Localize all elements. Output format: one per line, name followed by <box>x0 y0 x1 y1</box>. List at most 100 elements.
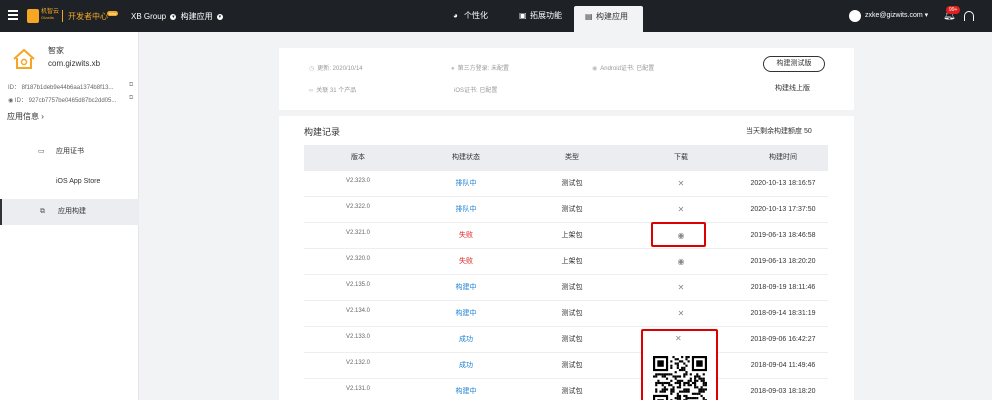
tab-extensions[interactable]: ▣ 拓展功能 <box>508 0 572 32</box>
breadcrumb-org[interactable]: XB Group <box>131 12 166 21</box>
download-cell[interactable]: ✕ <box>624 275 738 301</box>
notification-badge: 99+ <box>946 6 961 14</box>
status-cell: 成功 <box>459 336 473 343</box>
time-cell: 2018-09-04 11:49:46 <box>750 362 816 369</box>
time-cell: 2018-09-14 18:31:19 <box>750 310 816 317</box>
close-icon[interactable]: ✕ <box>675 334 682 343</box>
version-cell: V2.135.0 <box>345 282 371 288</box>
sidebar-item-app-build[interactable]: ⧉ 应用构建 <box>0 199 139 225</box>
android-icon[interactable]: ◉ <box>678 257 685 266</box>
user-icon: ● <box>451 66 455 72</box>
table-row: V2.323.0 排队中 测试包 ✕ 2020-10-13 18:16:57 <box>304 171 828 197</box>
version-cell: V2.323.0 <box>345 178 371 184</box>
version-cell: V2.322.0 <box>345 204 371 210</box>
column-build-time: 构建时间 <box>769 154 797 161</box>
table-row: V2.322.0 排队中 测试包 ✕ 2020-10-13 17:37:50 <box>304 197 828 223</box>
linked-products: ∞ 关联 31 个产品 <box>309 88 357 94</box>
status-cell: 失败 <box>459 258 473 265</box>
breadcrumb: XB Group ▾ 构建应用 ▾ <box>131 11 225 22</box>
build-test-button[interactable]: 构建测试版 <box>763 56 825 72</box>
unavailable-icon: ✕ <box>677 309 685 318</box>
extension-icon: ▣ <box>519 11 527 20</box>
clock-icon: ◷ <box>309 66 315 72</box>
type-cell: 测试包 <box>561 284 583 291</box>
logo-text: 机智云 Gizwits <box>41 9 60 20</box>
unavailable-icon: ✕ <box>677 283 685 292</box>
download-cell[interactable]: ◉ <box>624 249 738 275</box>
download-cell[interactable]: ✕ <box>624 301 738 327</box>
time-cell: 2019-06-13 18:46:58 <box>750 232 816 239</box>
type-cell: 测试包 <box>561 180 583 187</box>
download-highlight-box <box>651 222 706 247</box>
android-icon: ◉ <box>8 98 14 104</box>
sidebar: 智家 com.gizwits.xb ID： 8f187b1deb9e44b6aa… <box>0 32 139 400</box>
table-row: V2.132.0 成功 测试包 2018-09-04 11:49:46 <box>304 353 828 379</box>
avatar[interactable] <box>849 10 861 22</box>
download-cell[interactable]: ✕ <box>624 171 738 197</box>
build-quota: 当天剩余构建额度 50 <box>746 128 812 135</box>
sidebar-item-certificate[interactable]: ▭ 应用证书 <box>0 139 139 165</box>
user-menu[interactable]: zxke@gizwits.com ▾ <box>865 11 928 19</box>
time-cell: 2018-09-06 16:42:27 <box>750 336 816 343</box>
unavailable-icon: ✕ <box>677 205 685 214</box>
ios-certificate: iOS证书: 已配置 <box>454 88 498 94</box>
copy-icon[interactable]: ⧉ <box>129 82 133 89</box>
build-release-button[interactable]: 构建线上版 <box>775 83 810 93</box>
copy-icon: ⧉ <box>40 208 45 215</box>
type-cell: 上架包 <box>561 232 583 239</box>
time-cell: 2020-10-13 18:16:57 <box>750 180 816 187</box>
unavailable-icon: ✕ <box>677 179 685 188</box>
status-cell: 构建中 <box>455 284 477 291</box>
logo-divider <box>62 10 63 22</box>
certificate-icon: ▭ <box>38 148 45 155</box>
type-cell: 测试包 <box>561 362 583 369</box>
table-header: 版本 构建状态 类型 下载 构建时间 <box>304 145 828 171</box>
status-cell: 构建中 <box>455 388 477 395</box>
new-badge: new <box>107 11 119 16</box>
version-cell: V2.321.0 <box>345 230 371 236</box>
status-cell: 成功 <box>459 362 473 369</box>
time-cell: 2018-09-03 18:18:20 <box>750 388 816 395</box>
table-row: V2.134.0 构建中 测试包 ✕ 2018-09-14 18:31:19 <box>304 301 828 327</box>
gizwits-logo-icon[interactable] <box>27 9 39 23</box>
type-cell: 测试包 <box>561 310 583 317</box>
table-row: V2.320.0 失败 上架包 ◉ 2019-06-13 18:20:20 <box>304 249 828 275</box>
version-cell: V2.133.0 <box>345 334 371 340</box>
menu-icon[interactable] <box>8 10 18 20</box>
time-cell: 2020-10-13 17:37:50 <box>750 206 816 213</box>
version-cell: V2.134.0 <box>345 308 371 314</box>
table-row: V2.133.0 成功 测试包 ✕ 2018-09-06 16:42:27 <box>304 327 828 353</box>
type-cell: 测试包 <box>561 336 583 343</box>
sidebar-item-ios-app-store[interactable]: iOS App Store <box>0 169 139 195</box>
download-cell[interactable]: ✕ <box>624 197 738 223</box>
type-cell: 测试包 <box>561 206 583 213</box>
qr-code-icon[interactable] <box>653 356 707 400</box>
chevron-down-icon[interactable]: ▾ <box>170 13 177 20</box>
home-icon <box>13 48 35 69</box>
column-version: 版本 <box>351 154 365 161</box>
version-cell: V2.320.0 <box>345 256 371 262</box>
column-download: 下载 <box>674 154 688 161</box>
tab-personalize[interactable]: ◕ 个性化 <box>442 0 504 32</box>
breadcrumb-app[interactable]: 构建应用 <box>181 12 213 21</box>
version-cell: V2.131.0 <box>345 386 371 392</box>
type-cell: 测试包 <box>561 388 583 395</box>
section-title: 构建记录 <box>304 127 341 137</box>
status-cell: 失败 <box>459 232 473 239</box>
status-cell: 排队中 <box>455 180 477 187</box>
third-party-login: ● 第三方登录: 未配置 <box>451 66 509 72</box>
app-info-link[interactable]: 应用信息 › <box>7 111 44 122</box>
copy-icon[interactable]: ⧉ <box>129 95 133 102</box>
column-type: 类型 <box>565 154 579 161</box>
table-row: V2.131.0 构建中 测试包 2018-09-03 18:18:20 <box>304 379 828 400</box>
status-cell: 排队中 <box>455 206 477 213</box>
app-name: 智家 <box>48 46 64 55</box>
tab-build-app[interactable]: ▤ 构建应用 <box>574 6 643 32</box>
developer-center-link[interactable]: 开发者中心 <box>68 11 108 22</box>
time-cell: 2018-09-19 18:11:46 <box>750 284 816 291</box>
top-bar: 机智云 Gizwits 开发者中心 new XB Group ▾ 构建应用 ▾ … <box>0 0 992 32</box>
chevron-down-icon[interactable]: ▾ <box>216 13 223 20</box>
table-row: V2.321.0 失败 上架包 ◉ 2019-06-13 18:46:58 <box>304 223 828 249</box>
headset-icon[interactable] <box>964 11 974 21</box>
ios-app-id: ID： 8f187b1deb9e44b6aa1374b8f13... ⧉ <box>8 82 134 91</box>
